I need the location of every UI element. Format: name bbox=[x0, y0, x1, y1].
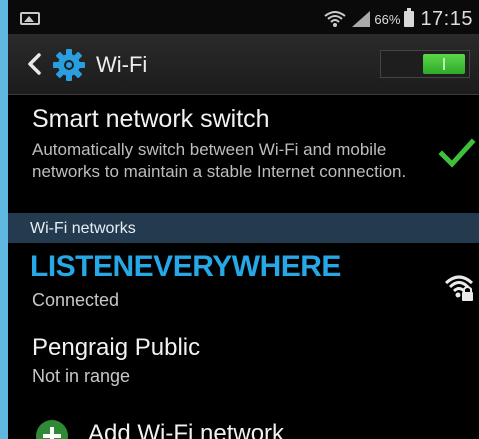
signal-strength-icon bbox=[352, 11, 371, 27]
status-bar: 66% 17:15 bbox=[8, 0, 479, 34]
wifi-status-icon bbox=[324, 11, 347, 27]
status-bar-right: 66% 17:15 bbox=[324, 8, 473, 30]
wifi-secured-signal-icon bbox=[444, 275, 474, 301]
smart-switch-checkbox-checked-icon[interactable] bbox=[438, 138, 476, 170]
wifi-toggle-switch[interactable] bbox=[380, 50, 470, 78]
settings-gear-icon[interactable] bbox=[52, 48, 86, 82]
network-name: LISTENEVERYWHERE bbox=[30, 250, 341, 283]
action-bar: Wi-Fi bbox=[8, 34, 479, 95]
add-wifi-network-row[interactable]: Add Wi-Fi network bbox=[8, 412, 479, 439]
smart-switch-description: Automatically switch between Wi-Fi and m… bbox=[32, 140, 407, 181]
toggle-on-knob bbox=[423, 54, 465, 74]
page-title: Wi-Fi bbox=[96, 52, 148, 77]
wifi-networks-header: Wi-Fi networks bbox=[8, 213, 479, 243]
battery-icon bbox=[404, 8, 415, 27]
network-status: Connected bbox=[32, 290, 120, 310]
add-network-label: Add Wi-Fi network bbox=[88, 420, 285, 439]
back-chevron-icon[interactable] bbox=[22, 50, 46, 78]
add-plus-icon bbox=[36, 420, 68, 439]
network-name: Pengraig Public bbox=[32, 334, 201, 361]
network-status: Not in range bbox=[32, 366, 131, 386]
smart-switch-title: Smart network switch bbox=[32, 105, 270, 133]
phone-screen: 66% 17:15 Wi-Fi Smart network switch Aut… bbox=[8, 0, 479, 439]
gallery-notification-icon bbox=[20, 12, 40, 25]
smart-network-switch-row[interactable]: Smart network switch Automatically switc… bbox=[8, 95, 479, 213]
clock: 17:15 bbox=[420, 7, 473, 30]
battery-percent: 66% bbox=[374, 11, 401, 27]
section-label: Wi-Fi networks bbox=[30, 220, 136, 237]
